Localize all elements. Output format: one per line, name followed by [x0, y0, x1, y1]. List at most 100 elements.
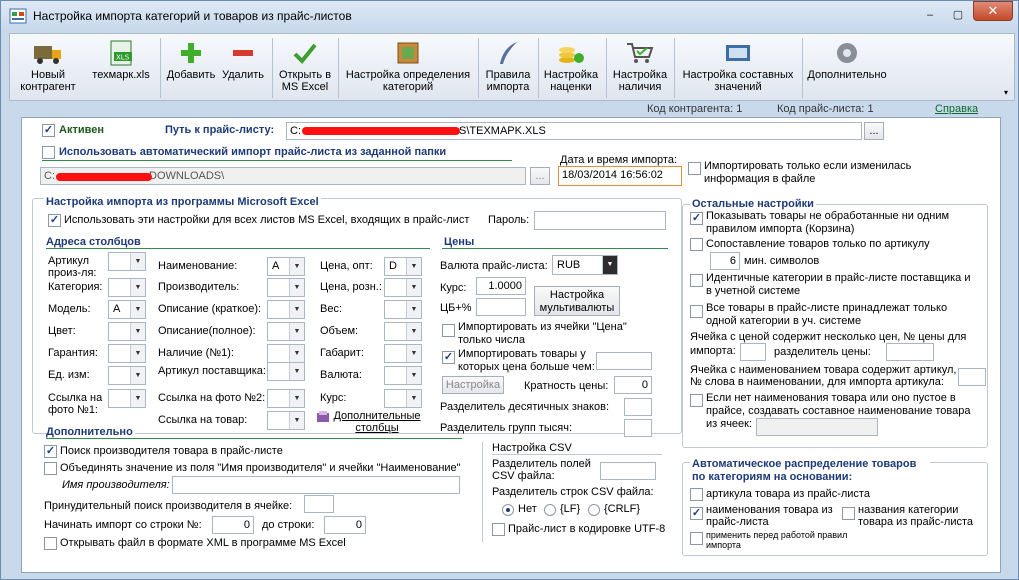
column-letter-select[interactable]: ▼ [108, 278, 146, 297]
column-letter-select[interactable]: A ▼ [108, 300, 146, 319]
import-price-greater-checkbox[interactable]: ✓ [442, 351, 455, 364]
forced-search-input[interactable] [304, 495, 334, 513]
column-letter-select[interactable]: ▼ [267, 411, 305, 430]
chevron-down-icon: ▼ [289, 363, 304, 380]
maximize-button[interactable]: ▢ [947, 7, 969, 23]
use-all-sheets-checkbox[interactable]: ✓ [48, 214, 61, 227]
file-dropdown-button[interactable]: XLS техмарк.xls [86, 36, 156, 100]
rate-input[interactable]: 1.0000 [476, 277, 526, 295]
browse-path-button[interactable]: ... [864, 122, 884, 140]
chevron-down-icon: ▼ [130, 253, 145, 270]
article-word-input[interactable] [958, 368, 986, 386]
datetime-input[interactable]: 18/03/2014 16:56:02 [558, 166, 682, 186]
toolbar-separator [478, 38, 479, 98]
extra-columns-link[interactable]: Дополнительные столбцы [332, 410, 422, 434]
auto-import-label: Использовать автоматический импорт прайс… [59, 146, 447, 158]
column-letter-select[interactable]: ▼ [267, 389, 305, 408]
category-settings-button[interactable]: Настройка определения категорий [340, 36, 476, 100]
column-letter-select[interactable]: ▼ [108, 344, 146, 363]
composite-name-input[interactable] [756, 418, 878, 436]
divider [46, 248, 430, 249]
price-sep-input[interactable] [886, 343, 934, 361]
manufacturer-name-label: Имя производителя: [62, 479, 170, 491]
import-numbers-only-checkbox[interactable] [442, 324, 455, 337]
markup-settings-button[interactable]: Настройка наценки [540, 36, 602, 100]
dist-by-article-checkbox[interactable] [690, 488, 703, 501]
only-changed-checkbox[interactable] [688, 162, 701, 175]
dist-by-category-label: названия категории товара из прайс-листа [858, 504, 974, 528]
cb-percent-input[interactable] [476, 298, 526, 316]
minimize-button[interactable]: – [919, 7, 941, 23]
csv-row-sep-crlf-radio[interactable] [588, 504, 600, 516]
column-letter-select[interactable]: ▼ [267, 322, 305, 341]
min-price-input[interactable] [596, 352, 652, 370]
identical-categories-checkbox[interactable] [690, 274, 703, 287]
open-xml-checkbox[interactable] [44, 537, 57, 550]
column-letter-select[interactable]: ▼ [267, 278, 305, 297]
column-letter-select[interactable]: ▼ [384, 278, 422, 297]
open-excel-button[interactable]: Открыть в MS Excel [274, 36, 336, 100]
start-row-input[interactable]: 0 [212, 516, 254, 534]
thousand-sep-input[interactable] [624, 419, 652, 437]
column-letter-select[interactable]: ▼ [267, 344, 305, 363]
utf8-checkbox[interactable] [492, 523, 505, 536]
column-letter-select[interactable]: ▼ [384, 366, 422, 385]
column-letter-select[interactable]: ▼ [108, 252, 146, 271]
utf8-label: Прайс-лист в кодировке UTF-8 [508, 523, 666, 535]
settings-panel: ✓ Активен Путь к прайс-листу: C: S\TEXMAP… [21, 117, 1001, 573]
add-button[interactable]: Добавить [164, 36, 218, 100]
search-manufacturer-checkbox[interactable]: ✓ [44, 445, 57, 458]
column-letter-select[interactable]: D ▼ [384, 257, 422, 276]
price-multiplicity-input[interactable]: 0 [614, 376, 652, 394]
browse-folder-button[interactable]: ... [530, 167, 550, 185]
new-contractor-button[interactable]: Новый контрагент [14, 36, 82, 100]
title-bar: Настройка импорта категорий и товаров из… [1, 1, 1018, 31]
import-rules-button[interactable]: Правила импорта [480, 36, 536, 100]
column-letter-select[interactable]: ▼ [108, 322, 146, 341]
csv-field-sep-input[interactable] [600, 462, 656, 480]
apply-before-label: применить перед работой правил импорта [706, 530, 848, 550]
manufacturer-name-input[interactable] [172, 476, 460, 494]
more-button[interactable]: Дополнительно [804, 36, 890, 100]
column-letter-select[interactable]: ▼ [384, 300, 422, 319]
plus-icon [181, 43, 201, 63]
csv-row-sep-none-radio[interactable] [502, 504, 514, 516]
import-rules-label: Правила импорта [485, 69, 531, 93]
dist-by-name-checkbox[interactable]: ✓ [690, 507, 703, 520]
gear-icon [837, 43, 857, 63]
price-settings-button[interactable]: Настройка [442, 376, 504, 394]
csv-row-sep-lf-radio[interactable] [544, 504, 556, 516]
decimal-sep-input[interactable] [624, 398, 652, 416]
min-chars-input[interactable]: 6 [710, 252, 740, 270]
active-checkbox[interactable]: ✓ [42, 124, 55, 137]
auto-import-checkbox[interactable] [42, 146, 55, 159]
column-letter-select[interactable]: ▼ [108, 366, 146, 385]
multicurrency-button[interactable]: Настройка мультивалюты [534, 286, 620, 316]
to-row-input[interactable]: 0 [324, 516, 366, 534]
composite-name-checkbox[interactable] [690, 394, 703, 407]
all-goods-one-category-checkbox[interactable] [690, 305, 703, 318]
close-button[interactable]: ✕ [973, 1, 1013, 21]
currency-select[interactable]: RUB ▼ [552, 255, 618, 275]
show-unprocessed-checkbox[interactable]: ✓ [690, 212, 703, 225]
column-letter-select[interactable]: ▼ [384, 389, 422, 408]
match-by-article-checkbox[interactable] [690, 238, 703, 251]
password-input[interactable] [534, 211, 666, 230]
column-letter-select[interactable]: ▼ [384, 322, 422, 341]
column-letter-select[interactable]: ▼ [384, 344, 422, 363]
column-letter-select[interactable]: A ▼ [267, 257, 305, 276]
combine-manufacturer-checkbox[interactable] [44, 462, 57, 475]
delete-button[interactable]: Удалить [218, 36, 268, 100]
window-title: Настройка импорта категорий и товаров из… [33, 9, 352, 23]
availability-settings-button[interactable]: Настройка наличия [608, 36, 672, 100]
help-link[interactable]: Справка [935, 103, 978, 115]
composite-values-button[interactable]: Настройка составных значений [676, 36, 800, 100]
column-letter-select[interactable]: ▼ [267, 300, 305, 319]
chevron-down-icon: ▼ [406, 301, 421, 318]
column-letter-select[interactable]: ▼ [108, 389, 146, 408]
multi-price-input[interactable] [740, 343, 766, 361]
toolbar-overflow-icon[interactable]: ▾ [1004, 88, 1008, 97]
dist-by-category-checkbox[interactable] [842, 507, 855, 520]
column-letter-select[interactable]: ▼ [267, 362, 305, 381]
apply-before-checkbox[interactable] [690, 532, 703, 545]
